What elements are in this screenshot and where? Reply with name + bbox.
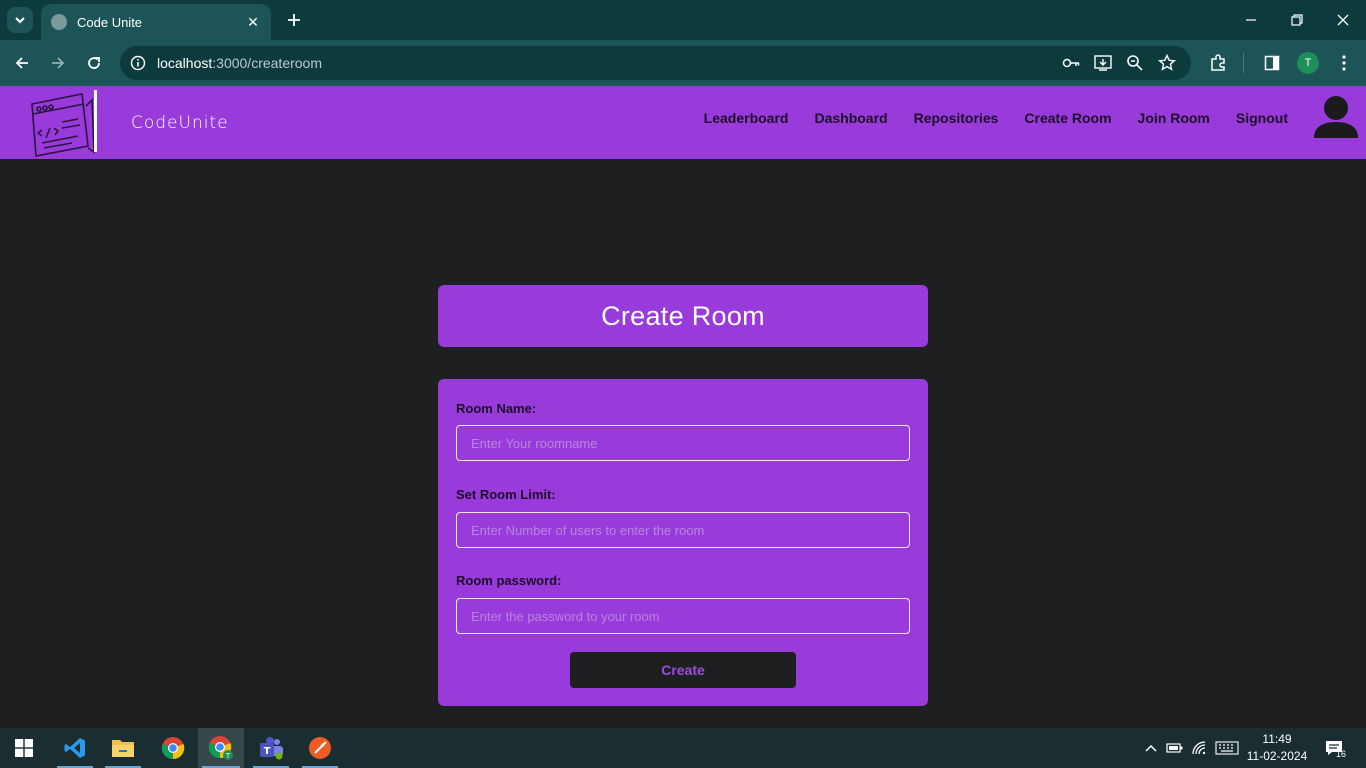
reload-icon	[88, 57, 100, 69]
taskbar-teams[interactable]: T	[251, 728, 291, 768]
taskbar-postman[interactable]	[300, 728, 340, 768]
chevron-down-icon	[15, 17, 25, 24]
room-limit-input[interactable]	[456, 512, 910, 548]
minimize-icon	[1246, 19, 1256, 21]
nav-repositories[interactable]: Repositories	[914, 110, 999, 126]
room-name-input[interactable]	[456, 425, 910, 461]
restore-window-button[interactable]	[1283, 6, 1311, 34]
close-tab-icon[interactable]: ✕	[245, 14, 261, 31]
extensions-button[interactable]	[1204, 49, 1232, 77]
wifi-icon[interactable]	[1190, 738, 1210, 758]
svg-text:T: T	[264, 746, 271, 757]
chevron-up-icon	[1145, 744, 1157, 752]
svg-text:T: T	[225, 752, 231, 760]
file-explorer-icon	[112, 740, 134, 757]
nav-leaderboard[interactable]: Leaderboard	[704, 110, 789, 126]
close-window-button[interactable]	[1329, 6, 1357, 34]
clock-date: 11-02-2024	[1246, 749, 1308, 763]
create-room-header: Create Room	[438, 285, 928, 347]
room-password-label: Room password:	[456, 573, 562, 588]
show-hidden-icons-button[interactable]	[1141, 738, 1161, 758]
taskbar-file-explorer[interactable]	[103, 728, 143, 768]
teams-icon: T	[260, 737, 283, 760]
taskbar-chrome[interactable]	[153, 728, 193, 768]
tab-search-button[interactable]	[7, 7, 33, 33]
tab-title: Code Unite	[77, 14, 143, 30]
start-button[interactable]	[4, 728, 44, 768]
user-icon	[1314, 96, 1358, 138]
system-clock[interactable]: 11:49 11-02-2024	[1244, 731, 1310, 765]
postman-icon	[309, 737, 331, 759]
notification-count-badge: 16	[1336, 749, 1347, 759]
forward-button[interactable]	[44, 49, 72, 77]
create-room-button[interactable]: Create	[570, 652, 796, 688]
arrow-left-icon	[15, 57, 28, 69]
install-app-icon[interactable]	[1091, 51, 1115, 75]
globe-icon	[51, 14, 67, 30]
key-icon[interactable]	[1059, 51, 1083, 75]
browser-tab[interactable]: Code Unite ✕	[41, 4, 271, 40]
arrow-right-icon	[52, 57, 65, 69]
taskbar-chrome-profile[interactable]: T	[198, 728, 244, 768]
vscode-icon	[64, 738, 85, 758]
plus-icon	[288, 14, 300, 26]
windows-taskbar: T T 11:49 11-02-2024	[0, 728, 1366, 768]
page-title: Create Room	[601, 300, 765, 331]
profile-avatar[interactable]: T	[1297, 52, 1319, 74]
battery-icon[interactable]	[1165, 738, 1185, 758]
site-navbar: CodeUnite Leaderboard Dashboard Reposito…	[0, 86, 1366, 159]
room-name-label: Room Name:	[456, 401, 537, 416]
nav-signout[interactable]: Signout	[1236, 110, 1288, 126]
restore-icon	[1291, 14, 1303, 26]
more-vertical-icon	[1342, 55, 1346, 71]
chrome-profile-icon: T	[208, 736, 233, 760]
room-limit-label: Set Room Limit:	[456, 487, 556, 502]
puzzle-icon	[1211, 54, 1225, 71]
nav-dashboard[interactable]: Dashboard	[814, 110, 887, 126]
browser-toolbar: localhost:3000/createroom T	[0, 40, 1366, 86]
zoom-icon[interactable]	[1123, 51, 1147, 75]
keyboard-icon[interactable]	[1214, 738, 1240, 758]
windows-start-icon	[15, 739, 33, 757]
browser-menu-button[interactable]	[1330, 49, 1358, 77]
nav-create-room[interactable]: Create Room	[1024, 110, 1111, 126]
site-logo[interactable]: CodeUnite	[28, 88, 228, 158]
close-icon	[1337, 14, 1349, 26]
browser-tab-strip: Code Unite ✕	[0, 0, 1366, 40]
clock-time: 11:49	[1262, 732, 1292, 746]
nav-join-room[interactable]: Join Room	[1138, 110, 1210, 126]
back-button[interactable]	[8, 49, 36, 77]
room-password-input[interactable]	[456, 598, 910, 634]
toolbar-divider	[1243, 53, 1244, 73]
side-panel-icon	[1264, 55, 1280, 71]
new-tab-button[interactable]	[282, 8, 306, 32]
minimize-window-button[interactable]	[1237, 6, 1265, 34]
bookmark-star-icon[interactable]	[1155, 51, 1179, 75]
site-info-icon[interactable]	[128, 53, 148, 73]
logo-text: CodeUnite	[131, 113, 229, 133]
chrome-icon	[161, 737, 185, 760]
taskbar-vscode[interactable]	[55, 728, 95, 768]
side-panel-button[interactable]	[1258, 49, 1286, 77]
nav-links: Leaderboard Dashboard Repositories Creat…	[704, 110, 1288, 126]
address-bar[interactable]: localhost:3000/createroom	[120, 46, 1191, 80]
url-text: localhost:3000/createroom	[157, 55, 322, 71]
create-room-form: Room Name: Set Room Limit: Room password…	[438, 379, 928, 706]
user-avatar[interactable]	[1312, 94, 1360, 142]
code-window-logo-icon	[31, 90, 97, 157]
reload-button[interactable]	[80, 49, 108, 77]
